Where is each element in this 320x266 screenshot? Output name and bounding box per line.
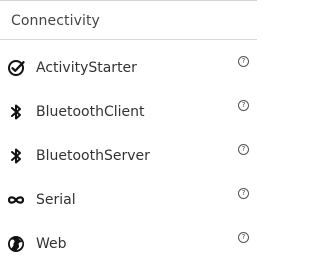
help-icon[interactable]: ? [238, 100, 249, 111]
component-item-web[interactable]: Web ? [0, 222, 257, 266]
component-item-bluetoothclient[interactable]: BluetoothClient ? [0, 90, 257, 134]
check-circle-icon [6, 58, 26, 78]
component-label: BluetoothClient [36, 104, 145, 120]
component-label: Serial [36, 192, 76, 208]
help-icon[interactable]: ? [238, 232, 249, 243]
category-header[interactable]: Connectivity [0, 1, 257, 40]
help-icon[interactable]: ? [238, 56, 249, 67]
component-label: Web [36, 236, 67, 252]
component-label: ActivityStarter [36, 60, 137, 76]
component-item-serial[interactable]: Serial ? [0, 178, 257, 222]
component-list: ActivityStarter ? BluetoothClient ? Blue… [0, 46, 257, 266]
component-item-activitystarter[interactable]: ActivityStarter ? [0, 46, 257, 90]
help-icon[interactable]: ? [238, 188, 249, 199]
category-title: Connectivity [11, 13, 100, 29]
component-item-bluetoothserver[interactable]: BluetoothServer ? [0, 134, 257, 178]
component-label: BluetoothServer [36, 148, 150, 164]
infinity-icon [6, 190, 26, 210]
help-icon[interactable]: ? [238, 144, 249, 155]
globe-icon [6, 234, 26, 254]
bluetooth-icon [6, 102, 26, 122]
bluetooth-icon [6, 146, 26, 166]
